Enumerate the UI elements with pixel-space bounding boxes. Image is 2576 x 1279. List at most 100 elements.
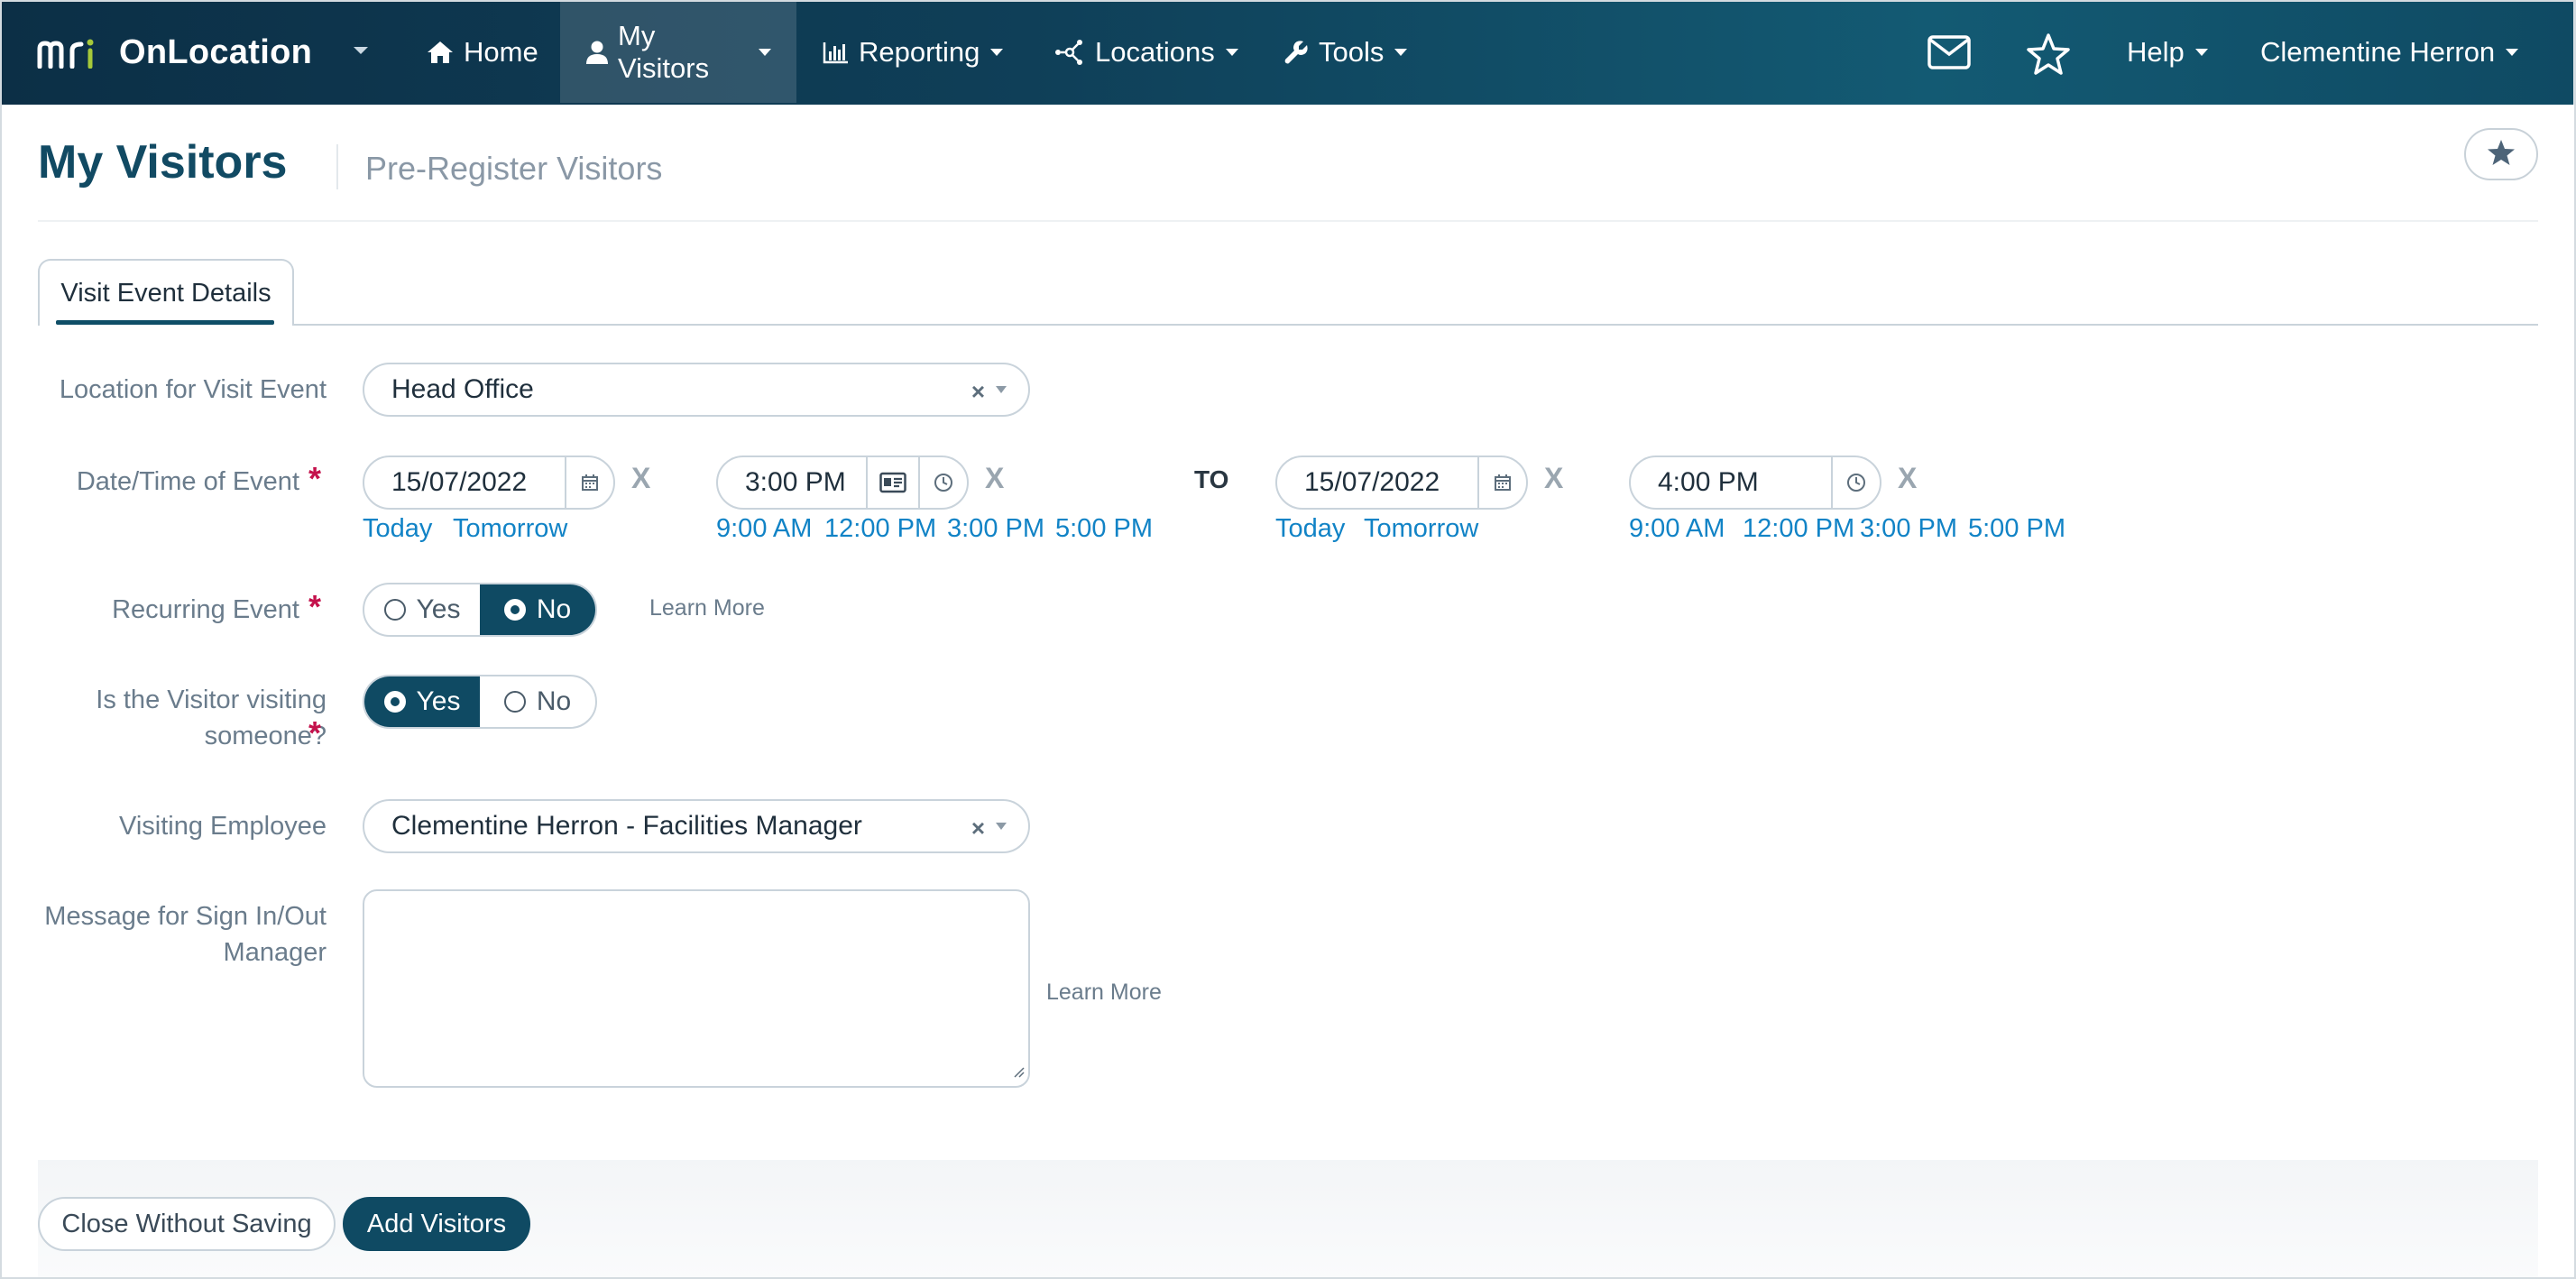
radio-selected-icon <box>383 691 406 713</box>
clear-icon[interactable]: × <box>971 378 985 406</box>
end-time-9am-link[interactable]: 9:00 AM <box>1629 514 1725 544</box>
nav-locations[interactable]: Locations <box>1028 2 1264 103</box>
start-time-9am-link[interactable]: 9:00 AM <box>716 514 812 544</box>
network-icon <box>1053 39 1086 66</box>
end-time-input[interactable]: 4:00 PM <box>1629 455 1881 510</box>
recurring-no-label: No <box>536 594 572 624</box>
mri-logo-icon <box>36 36 101 69</box>
user-icon <box>585 40 609 65</box>
start-time-12pm-link[interactable]: 12:00 PM <box>824 514 936 544</box>
nav-tools-label: Tools <box>1319 36 1385 68</box>
clear-start-date-button[interactable]: X <box>631 462 650 495</box>
required-indicator: * <box>308 714 322 751</box>
location-value: Head Office <box>391 374 534 404</box>
start-time-value: 3:00 PM <box>745 467 846 497</box>
nav-home[interactable]: Home <box>400 2 564 103</box>
visiting-employee-value: Clementine Herron - Facilities Manager <box>391 811 862 841</box>
nav-home-label: Home <box>464 36 538 68</box>
recurring-learn-more-link[interactable]: Learn More <box>649 595 765 621</box>
star-icon <box>2487 139 2516 170</box>
nav-reporting[interactable]: Reporting <box>797 2 1028 103</box>
nav-tools[interactable]: Tools <box>1257 2 1432 103</box>
clear-end-time-button[interactable]: X <box>1898 462 1917 495</box>
recurring-label: Recurring Event <box>112 595 299 624</box>
favorite-button[interactable] <box>2464 128 2538 180</box>
bar-chart-icon <box>823 41 850 64</box>
tab-visit-event-details[interactable]: Visit Event Details <box>38 259 294 326</box>
radio-icon <box>383 599 406 621</box>
start-time-3pm-link[interactable]: 3:00 PM <box>947 514 1044 544</box>
header-divider <box>38 220 2538 222</box>
nav-my-visitors-label: My Visitors <box>618 20 710 84</box>
calendar-icon[interactable] <box>1477 457 1526 508</box>
clear-start-time-button[interactable]: X <box>985 462 1004 495</box>
start-time-5pm-link[interactable]: 5:00 PM <box>1055 514 1153 544</box>
clock-icon[interactable] <box>918 457 967 508</box>
close-without-saving-button[interactable]: Close Without Saving <box>38 1197 336 1251</box>
clear-icon[interactable]: × <box>971 814 985 842</box>
recurring-no-option[interactable]: No <box>480 584 595 635</box>
visiting-label: Is the Visitor visiting someone? <box>96 686 327 750</box>
chevron-down-icon <box>759 49 771 56</box>
end-time-value: 4:00 PM <box>1658 467 1759 497</box>
required-indicator: * <box>308 588 322 625</box>
page-title: My Visitors <box>38 136 288 189</box>
nav-help[interactable]: Help <box>2102 2 2233 103</box>
start-time-input[interactable]: 3:00 PM <box>716 455 969 510</box>
required-indicator: * <box>308 460 322 497</box>
visiting-yes-label: Yes <box>416 686 461 716</box>
message-label: Message for Sign In/Out Manager <box>44 902 327 967</box>
visiting-yes-option[interactable]: Yes <box>364 676 480 727</box>
tab-label: Visit Event Details <box>60 278 271 308</box>
nav-locations-label: Locations <box>1095 36 1215 68</box>
message-learn-more-link[interactable]: Learn More <box>1046 980 1162 1006</box>
app-switcher-caret-icon[interactable] <box>354 47 368 54</box>
recurring-yes-option[interactable]: Yes <box>364 584 480 635</box>
mail-icon[interactable] <box>1927 34 1972 75</box>
nav-reporting-label: Reporting <box>859 36 980 68</box>
user-name: Clementine Herron <box>2260 36 2496 68</box>
recurring-toggle: Yes No <box>363 583 597 637</box>
chevron-down-icon <box>2506 49 2519 56</box>
visiting-no-label: No <box>536 686 572 716</box>
chevron-down-icon <box>996 823 1007 830</box>
location-select[interactable]: Head Office × <box>363 363 1030 417</box>
datetime-label: Date/Time of Event <box>76 467 299 496</box>
visiting-employee-label: Visiting Employee <box>119 812 327 841</box>
start-date-input[interactable]: 15/07/2022 <box>363 455 615 510</box>
chevron-down-icon <box>990 49 1004 56</box>
message-textarea[interactable] <box>363 889 1030 1088</box>
end-date-today-link[interactable]: Today <box>1275 514 1345 544</box>
wrench-icon <box>1283 39 1310 66</box>
id-card-icon[interactable] <box>866 457 918 508</box>
chevron-down-icon <box>1225 49 1238 56</box>
visiting-no-option[interactable]: No <box>480 676 595 727</box>
clear-end-date-button[interactable]: X <box>1544 462 1563 495</box>
radio-icon <box>503 691 526 713</box>
end-time-5pm-link[interactable]: 5:00 PM <box>1968 514 2065 544</box>
star-icon[interactable] <box>2026 32 2071 80</box>
nav-user-menu[interactable]: Clementine Herron <box>2235 2 2544 103</box>
location-label: Location for Visit Event <box>59 375 327 404</box>
start-date-tomorrow-link[interactable]: Tomorrow <box>453 514 567 544</box>
visiting-toggle: Yes No <box>363 675 597 729</box>
brand-name: OnLocation <box>119 32 313 71</box>
end-date-tomorrow-link[interactable]: Tomorrow <box>1364 514 1478 544</box>
to-separator: TO <box>1194 465 1229 493</box>
chevron-down-icon <box>996 386 1007 393</box>
clock-icon[interactable] <box>1831 457 1880 508</box>
top-navigation-bar: OnLocation Home My Visitors Reporting Lo… <box>0 0 2576 105</box>
active-tab-indicator <box>56 320 274 325</box>
add-visitors-button[interactable]: Add Visitors <box>343 1197 530 1251</box>
visiting-employee-select[interactable]: Clementine Herron - Facilities Manager × <box>363 799 1030 853</box>
nav-my-visitors[interactable]: My Visitors <box>560 2 796 103</box>
resize-handle-icon[interactable] <box>1012 1065 1025 1082</box>
end-date-input[interactable]: 15/07/2022 <box>1275 455 1528 510</box>
end-time-12pm-link[interactable]: 12:00 PM <box>1743 514 1854 544</box>
calendar-icon[interactable] <box>565 457 613 508</box>
end-time-3pm-link[interactable]: 3:00 PM <box>1860 514 1957 544</box>
start-date-today-link[interactable]: Today <box>363 514 432 544</box>
brand[interactable]: OnLocation <box>36 27 312 78</box>
end-date-value: 15/07/2022 <box>1304 467 1440 497</box>
chevron-down-icon <box>1394 49 1408 56</box>
